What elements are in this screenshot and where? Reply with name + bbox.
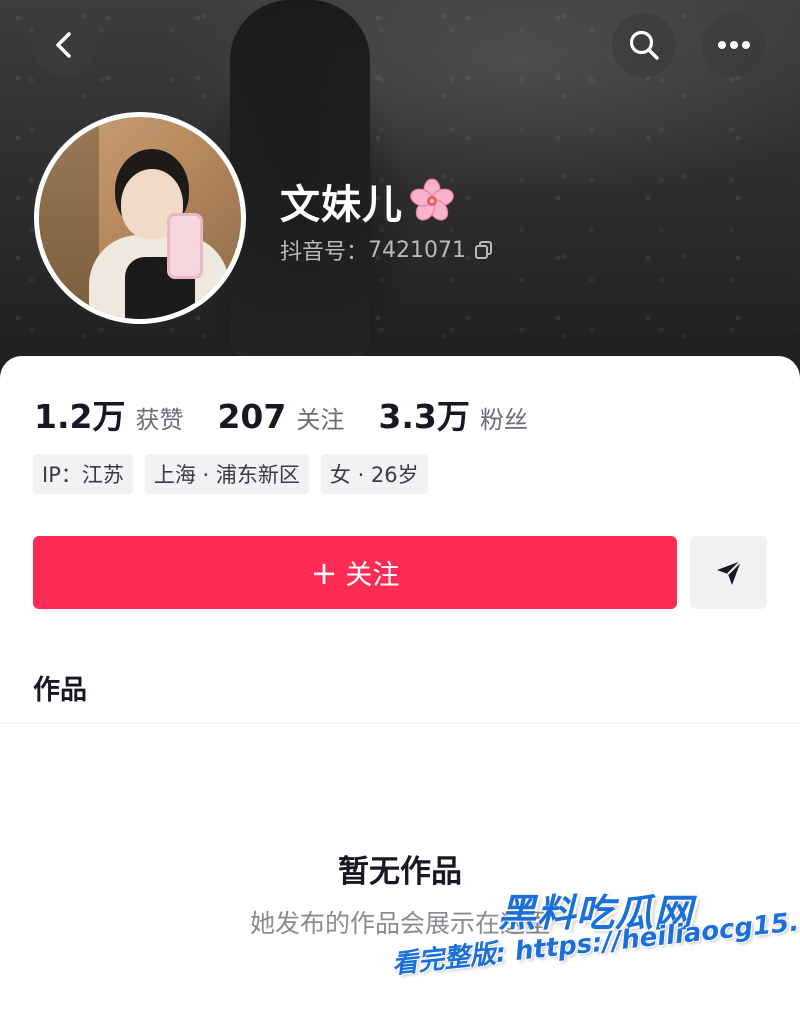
- profile-tags: IP：江苏 上海 · 浦东新区 女 · 26岁: [33, 454, 440, 494]
- tab-works[interactable]: 作品: [33, 668, 87, 707]
- tag-gender-age: 女 · 26岁: [320, 454, 428, 494]
- follow-label: 关注: [345, 560, 400, 591]
- stat-likes[interactable]: 1.2万 获赞: [34, 390, 183, 438]
- copy-icon[interactable]: [474, 240, 494, 260]
- search-button[interactable]: [612, 13, 676, 77]
- nickname-row: 文妹儿: [280, 172, 455, 230]
- douyin-id-row[interactable]: 抖音号： 7421071: [280, 234, 494, 266]
- back-button[interactable]: [33, 13, 97, 77]
- douyin-id-label: 抖音号：: [280, 240, 369, 265]
- plus-icon: +: [310, 553, 338, 592]
- follow-button[interactable]: + 关注: [33, 536, 677, 609]
- stat-value: 1.2万: [34, 397, 126, 436]
- cherry-blossom-icon: [410, 178, 454, 221]
- stat-label: 关注: [296, 406, 345, 434]
- stats-row: 1.2万 获赞 207 关注 3.3万 粉丝: [34, 390, 562, 438]
- chevron-left-icon: [56, 32, 71, 58]
- divider: [0, 723, 800, 724]
- stat-value: 207: [217, 397, 287, 436]
- nickname: 文妹儿: [280, 182, 403, 228]
- search-icon: [629, 30, 659, 60]
- send-icon: [716, 559, 742, 585]
- tag-ip: IP：江苏: [33, 454, 133, 494]
- tag-location[interactable]: 上海 · 浦东新区: [144, 454, 309, 494]
- stat-value: 3.3万: [378, 397, 470, 436]
- more-button[interactable]: [702, 13, 766, 77]
- avatar[interactable]: [34, 112, 246, 324]
- stat-followers[interactable]: 3.3万 粉丝: [378, 390, 527, 438]
- stat-label: 获赞: [135, 406, 184, 434]
- send-message-button[interactable]: [690, 536, 767, 609]
- stat-following[interactable]: 207 关注: [217, 397, 344, 436]
- more-dots-icon: [718, 41, 750, 49]
- stat-label: 粉丝: [479, 406, 528, 434]
- douyin-id-value: 7421071: [368, 237, 466, 263]
